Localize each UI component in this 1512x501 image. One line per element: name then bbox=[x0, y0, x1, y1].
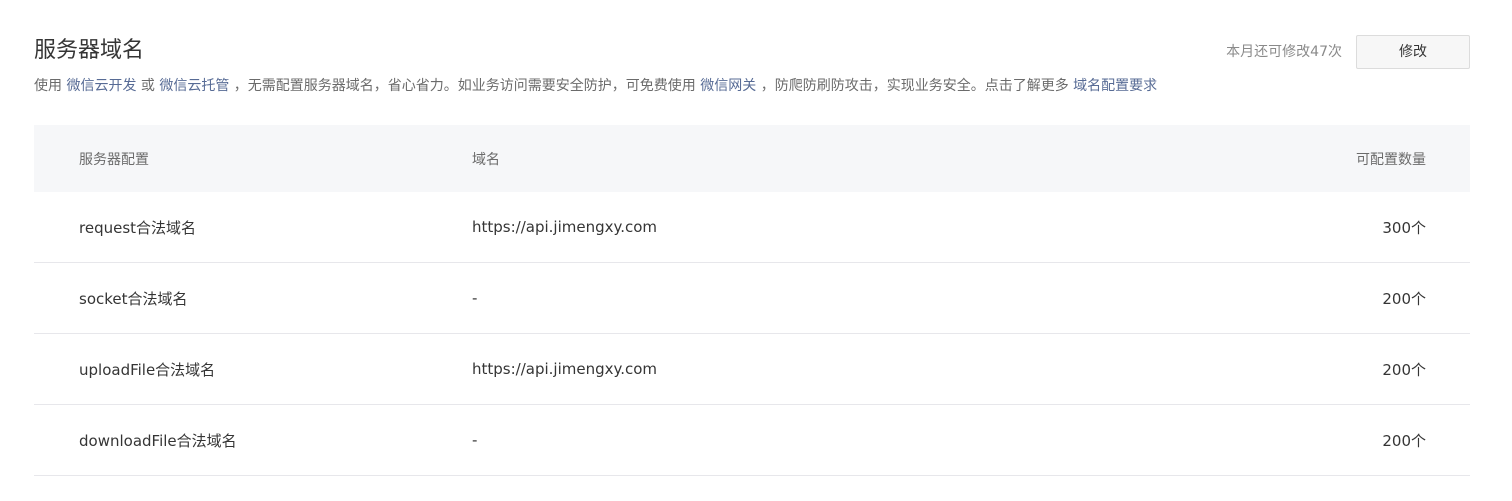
row-domain: - bbox=[472, 289, 478, 307]
header-config: 服务器配置 bbox=[79, 151, 149, 168]
wechat-cloud-hosting-link[interactable]: 微信云托管 bbox=[159, 78, 229, 94]
row-domain: https://api.jimengxy.com bbox=[472, 360, 658, 378]
wechat-gateway-link[interactable]: 微信网关 bbox=[700, 78, 756, 94]
domain-requirements-link[interactable]: 域名配置要求 bbox=[1073, 78, 1157, 94]
row-count: 200个 bbox=[1382, 289, 1426, 308]
table-header: 服务器配置 域名 可配置数量 bbox=[34, 125, 1470, 192]
description-part: 或 bbox=[136, 78, 160, 94]
row-count: 300个 bbox=[1382, 218, 1426, 237]
row-config: downloadFile合法域名 bbox=[79, 431, 237, 450]
row-config: uploadFile合法域名 bbox=[79, 360, 216, 379]
domain-table: 服务器配置 域名 可配置数量 request合法域名 https://api.j… bbox=[34, 125, 1470, 476]
description-part: ，防爬防刷防攻击，实现业务安全。点击了解更多 bbox=[756, 78, 1074, 94]
table-row: socket合法域名 - 200个 bbox=[34, 263, 1470, 334]
server-domain-panel: 服务器域名 本月还可修改47次 修改 使用 微信云开发 或 微信云托管 ，无需配… bbox=[34, 0, 1470, 501]
table-row: request合法域名 https://api.jimengxy.com 300… bbox=[34, 192, 1470, 263]
row-domain: - bbox=[472, 431, 478, 449]
modify-quota-text: 本月还可修改47次 bbox=[1226, 44, 1342, 60]
description-text: 使用 微信云开发 或 微信云托管 ，无需配置服务器域名，省心省力。如业务访问需要… bbox=[34, 76, 1157, 96]
header-count: 可配置数量 bbox=[1356, 151, 1426, 168]
table-row: uploadFile合法域名 https://api.jimengxy.com … bbox=[34, 334, 1470, 405]
row-config: socket合法域名 bbox=[79, 289, 188, 308]
row-count: 200个 bbox=[1382, 360, 1426, 379]
row-count: 200个 bbox=[1382, 431, 1426, 450]
description-part: ，无需配置服务器域名，省心省力。如业务访问需要安全防护，可免费使用 bbox=[229, 78, 701, 94]
row-config: request合法域名 bbox=[79, 218, 197, 237]
row-domain: https://api.jimengxy.com bbox=[472, 218, 658, 236]
edit-button[interactable]: 修改 bbox=[1356, 35, 1470, 69]
wechat-cloud-dev-link[interactable]: 微信云开发 bbox=[66, 78, 136, 94]
table-row: downloadFile合法域名 - 200个 bbox=[34, 405, 1470, 476]
header-domain: 域名 bbox=[472, 151, 500, 168]
description-part: 使用 bbox=[34, 78, 67, 94]
page-title: 服务器域名 bbox=[34, 38, 145, 63]
